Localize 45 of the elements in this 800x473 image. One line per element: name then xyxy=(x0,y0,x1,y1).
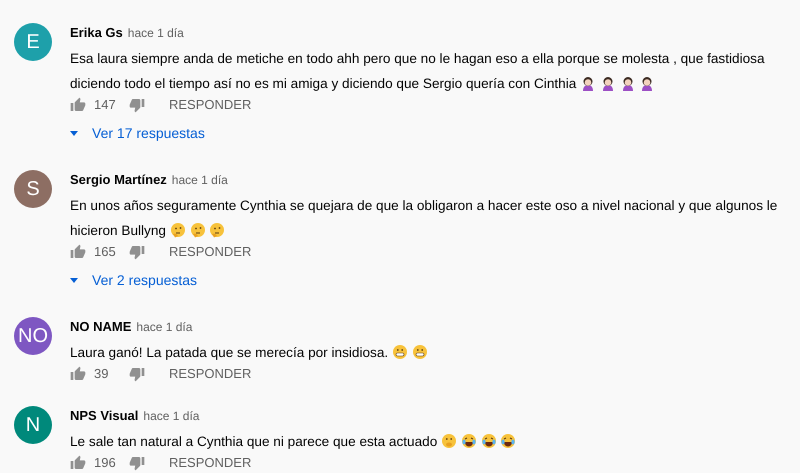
author-name[interactable]: NPS Visual xyxy=(70,406,138,426)
like-icon[interactable] xyxy=(70,96,86,112)
comment-text: En unos años seguramente Cynthia se quejara de que la obligaron a hacer este oso a nivel nacional y que algunos le hicieron Bullyng xyxy=(70,198,778,238)
hand-over-mouth-face-icon xyxy=(441,433,458,449)
laughing-face-icon xyxy=(500,433,516,449)
comment-time[interactable]: hace 1 día xyxy=(128,24,184,42)
reply-button[interactable]: RESPONDER xyxy=(169,242,252,262)
author-name[interactable]: Erika Gs xyxy=(70,23,123,42)
comment-time[interactable]: hace 1 día xyxy=(172,171,228,189)
like-count: 147 xyxy=(94,96,117,114)
dislike-icon[interactable] xyxy=(129,96,145,112)
grimacing-face-icon xyxy=(412,344,428,360)
thinking-face-icon xyxy=(209,222,226,238)
reply-button[interactable]: RESPONDER xyxy=(169,94,252,114)
laughing-face-icon xyxy=(460,433,477,449)
like-count: 39 xyxy=(94,364,110,383)
avatar: NO xyxy=(14,317,52,355)
thinking-face-icon xyxy=(170,222,186,238)
dislike-icon[interactable] xyxy=(129,366,145,382)
caret-icon xyxy=(70,278,78,282)
dislike-icon[interactable] xyxy=(129,454,145,470)
like-count: 196 xyxy=(94,454,117,472)
avatar: N xyxy=(14,406,52,444)
dislike-icon[interactable] xyxy=(129,244,145,260)
like-icon[interactable] xyxy=(70,454,86,470)
view-replies-link[interactable]: Ver 2 respuestas xyxy=(70,271,198,289)
like-icon[interactable] xyxy=(70,244,86,260)
avatar: E xyxy=(14,23,52,61)
thinking-face-icon xyxy=(190,222,206,238)
like-count: 165 xyxy=(94,242,117,261)
laughing-face-icon xyxy=(480,433,497,449)
like-icon[interactable] xyxy=(70,366,86,382)
caret-icon xyxy=(70,130,78,136)
comment-text: Esa laura siempre anda de metiche en todo ahh pero que no le hagan eso a ella porque se molesta , que fastidiosa diciendo todo el tiempo así no es mi amiga y diciendo que Sergio quería con Cinthia xyxy=(70,51,765,91)
comment-text: Laura ganó! La patada que se merecía por insidiosa. xyxy=(70,345,428,360)
comment-time[interactable]: hace 1 día xyxy=(143,407,200,425)
comment-time[interactable]: hace 1 día xyxy=(136,318,192,336)
grimacing-face-icon xyxy=(392,344,408,360)
view-replies-link[interactable]: Ver 17 respuestas xyxy=(70,124,205,142)
author-name[interactable]: NO NAME xyxy=(70,317,132,336)
avatar: S xyxy=(14,170,52,208)
reply-button[interactable]: RESPONDER xyxy=(169,452,252,472)
author-name[interactable]: Sergio Martínez xyxy=(70,170,167,190)
comment-text: Le sale tan natural a Cynthia que ni parece que esta actuado xyxy=(70,434,516,449)
reply-button[interactable]: RESPONDER xyxy=(169,364,252,384)
